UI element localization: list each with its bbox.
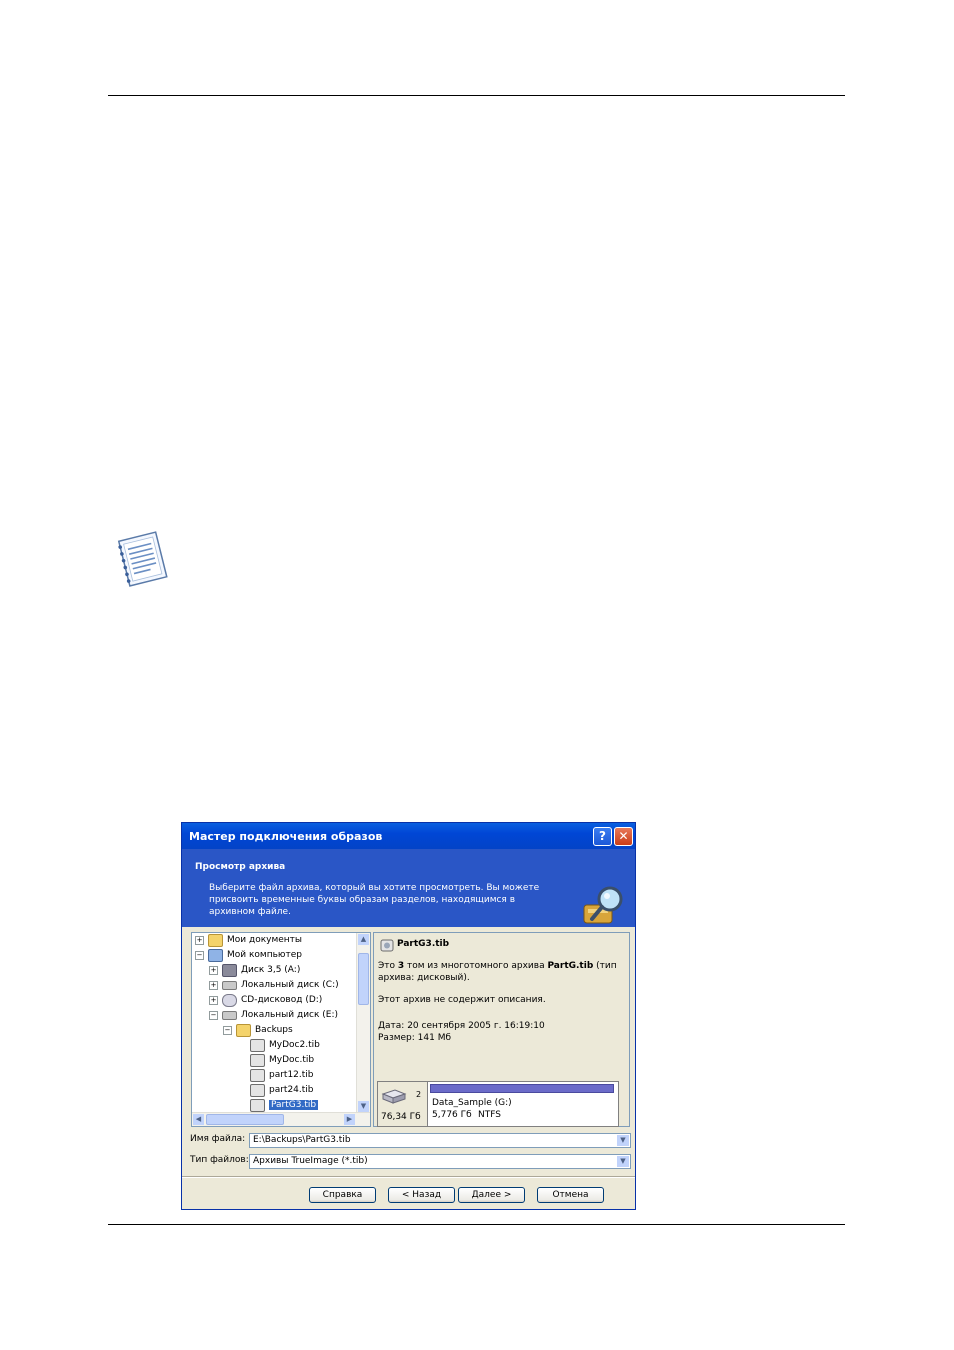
drive-icon (222, 980, 237, 990)
tree-item[interactable]: part24.tib (250, 1083, 314, 1097)
folder-icon (208, 933, 223, 947)
file-name-label: Имя файла: (190, 1134, 246, 1144)
tree-item-label: Мой компьютер (227, 950, 302, 960)
collapse-icon[interactable]: − (223, 1025, 232, 1035)
desc-prefix: Это (378, 961, 398, 971)
tree-item-label: Диск 3,5 (A:) (241, 965, 301, 975)
file-name-combo[interactable]: E:\Backups\PartG3.tib ▼ (249, 1133, 631, 1148)
archive-icon (250, 1068, 265, 1082)
cancel-button[interactable]: Отмена (537, 1187, 604, 1203)
header-rule (108, 95, 845, 96)
tree-item-label: CD-дисковод (D:) (241, 995, 323, 1005)
archive-date: Дата: 20 сентября 2005 г. 16:19:10 (378, 1021, 545, 1031)
partition-block[interactable]: Data_Sample (G:) 5,776 Гб NTFS (430, 1082, 614, 1126)
scroll-left-icon[interactable]: ◀ (193, 1114, 204, 1125)
tree-item-label: Backups (255, 1025, 293, 1035)
file-type-select[interactable]: Архивы TrueImage (*.tib) ▼ (249, 1154, 631, 1169)
note-icon (117, 531, 168, 587)
banner-title: Просмотр архива (195, 862, 286, 872)
file-type-label: Тип файлов: (190, 1155, 249, 1165)
desc-middle: том из многотомного архива (404, 961, 548, 971)
archive-size: Размер: 141 Мб (378, 1033, 452, 1043)
help-button[interactable]: Справка (309, 1187, 376, 1203)
hard-disk-icon (381, 1089, 407, 1104)
disk-number: 2 (416, 1090, 422, 1099)
no-description-text: Этот архив не содержит описания. (378, 995, 546, 1005)
tree-item[interactable]: + Диск 3,5 (A:) (209, 963, 300, 977)
drive-icon (222, 1010, 237, 1020)
tree-item-label: Мои документы (227, 935, 303, 945)
expand-icon[interactable]: + (209, 995, 218, 1005)
wizard-banner: Просмотр архива Выберите файл архива, ко… (182, 849, 635, 927)
archive-icon (250, 1098, 265, 1112)
partition-filesystem: NTFS (478, 1110, 501, 1120)
tree-vertical-scrollbar[interactable]: ▲ ▼ (356, 933, 370, 1114)
partition-size: 5,776 Гб (432, 1110, 472, 1120)
scroll-thumb[interactable] (206, 1114, 284, 1125)
archive-icon (250, 1053, 265, 1067)
tree-item-label: Локальный диск (E:) (241, 1010, 339, 1020)
computer-icon (208, 948, 223, 962)
file-type-value: Архивы TrueImage (*.tib) (253, 1156, 368, 1166)
title-bar[interactable]: Мастер подключения образов ? ✕ (182, 823, 635, 849)
archive-description: Это 3 том из многотомного архива PartG.t… (378, 960, 618, 984)
chevron-down-icon[interactable]: ▼ (617, 1135, 629, 1146)
banner-description: Выберите файл архива, который вы хотите … (209, 883, 540, 917)
tree-item-label: Локальный диск (C:) (241, 980, 339, 990)
expand-icon[interactable]: + (209, 965, 218, 975)
next-button[interactable]: Далее > (458, 1187, 525, 1203)
footer-rule (108, 1224, 845, 1225)
disk-capacity: 76,34 Гб (381, 1112, 421, 1122)
partition-usage-bar (430, 1084, 614, 1093)
tree-item-label: MyDoc2.tib (269, 1040, 320, 1050)
floppy-icon (222, 963, 237, 977)
archive-name: PartG.tib (547, 961, 594, 971)
scroll-right-icon[interactable]: ▶ (344, 1114, 355, 1125)
open-folder-icon (236, 1023, 251, 1037)
archive-icon (250, 1083, 265, 1097)
cdrom-icon (222, 993, 237, 1007)
scroll-up-icon[interactable]: ▲ (358, 934, 369, 945)
dialog-title: Мастер подключения образов (189, 830, 383, 843)
tree-horizontal-scrollbar[interactable]: ◀ ▶ (192, 1112, 370, 1126)
tree-item[interactable]: + CD-дисковод (D:) (209, 993, 322, 1007)
tree-item-selected[interactable]: PartG3.tib (250, 1098, 319, 1112)
expand-icon[interactable]: + (209, 980, 218, 990)
folder-tree[interactable]: + Мои документы − Мой компьютер + Диск 3,5 … (191, 932, 371, 1127)
disk-layout[interactable]: 2 76,34 Гб Data_Sample (G:) 5,776 Гб NTF… (377, 1081, 619, 1127)
tree-item[interactable]: + Мои документы (195, 933, 302, 947)
file-name-value: E:\Backups\PartG3.tib (253, 1135, 351, 1145)
tree-item[interactable]: + Локальный диск (C:) (209, 978, 339, 992)
archive-file-name: PartG3.tib (397, 939, 450, 949)
archive-magnifier-icon (583, 886, 623, 924)
archive-icon (250, 1038, 265, 1052)
close-button[interactable]: ✕ (614, 827, 633, 846)
tree-item[interactable]: MyDoc2.tib (250, 1038, 320, 1052)
collapse-icon[interactable]: − (209, 1010, 218, 1020)
archive-info-pane: PartG3.tib Это 3 том из многотомного арх… (373, 932, 630, 1127)
tree-item[interactable]: − Локальный диск (E:) (209, 1008, 338, 1022)
partition-name: Data_Sample (G:) (432, 1098, 512, 1108)
tree-item-label: PartG3.tib (269, 1100, 319, 1110)
archive-file-icon (380, 939, 394, 952)
scroll-thumb[interactable] (358, 953, 369, 1005)
image-mount-wizard-dialog: Мастер подключения образов ? ✕ Просмотр … (181, 822, 636, 1210)
tree-item[interactable]: MyDoc.tib (250, 1053, 314, 1067)
help-title-button[interactable]: ? (593, 827, 612, 846)
disk-summary: 2 76,34 Гб (378, 1082, 428, 1126)
tree-item[interactable]: − Мой компьютер (195, 948, 302, 962)
tree-item-label: part24.tib (269, 1085, 314, 1095)
tree-item[interactable]: − Backups (223, 1023, 293, 1037)
expand-icon[interactable]: + (195, 935, 204, 945)
tree-item-label: MyDoc.tib (269, 1055, 315, 1065)
tree-item-label: part12.tib (269, 1070, 314, 1080)
footer-separator (182, 1176, 635, 1178)
collapse-icon[interactable]: − (195, 950, 204, 960)
scroll-down-icon[interactable]: ▼ (358, 1101, 369, 1112)
back-button[interactable]: < Назад (388, 1187, 455, 1203)
chevron-down-icon[interactable]: ▼ (617, 1156, 629, 1167)
tree-item[interactable]: part12.tib (250, 1068, 314, 1082)
